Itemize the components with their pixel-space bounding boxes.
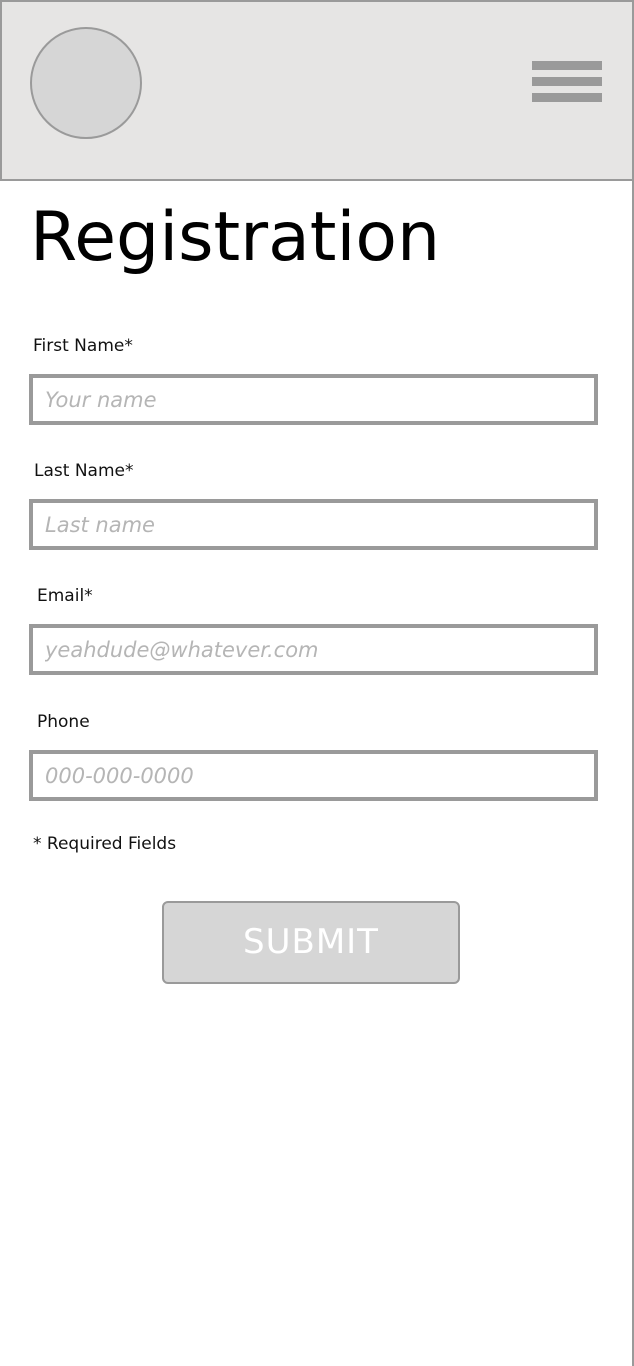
page-title: Registration: [30, 198, 441, 277]
logo-avatar-icon[interactable]: [30, 27, 142, 139]
hamburger-menu-icon[interactable]: [532, 61, 602, 103]
email-label: Email*: [37, 586, 93, 606]
last-name-label: Last Name*: [34, 461, 134, 481]
required-fields-note: * Required Fields: [33, 834, 177, 854]
submit-button[interactable]: SUBMIT: [162, 901, 460, 984]
menu-bar: [532, 93, 602, 102]
email-field[interactable]: [29, 624, 598, 675]
phone-label: Phone: [37, 712, 90, 732]
app-header: [0, 0, 634, 181]
menu-bar: [532, 77, 602, 86]
menu-bar: [532, 61, 602, 70]
first-name-label: First Name*: [33, 336, 133, 356]
first-name-field[interactable]: [29, 374, 598, 425]
last-name-field[interactable]: [29, 499, 598, 550]
registration-page: Registration First Name* Last Name* Emai…: [0, 0, 634, 1366]
phone-field[interactable]: [29, 750, 598, 801]
